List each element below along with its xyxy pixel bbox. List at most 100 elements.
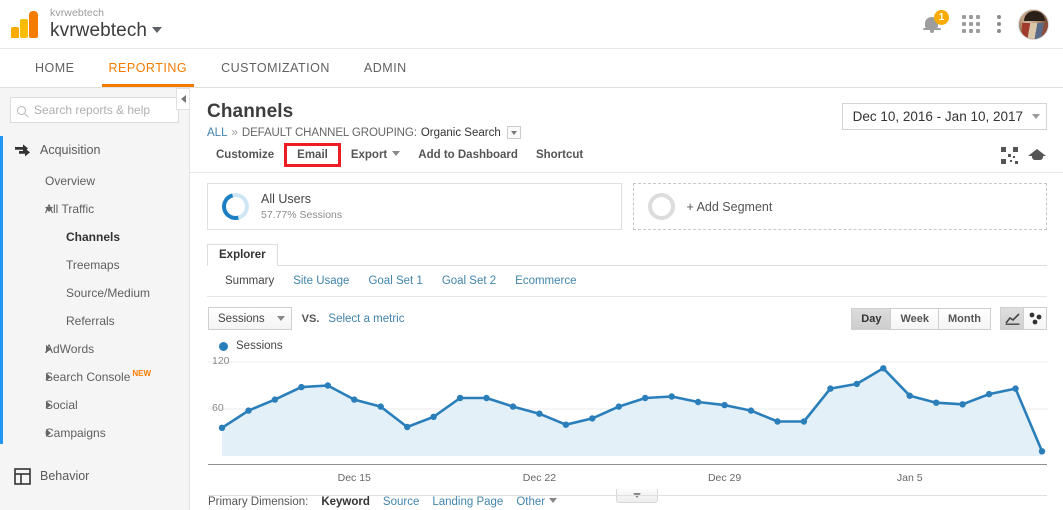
export-button[interactable]: Export: [342, 146, 409, 164]
legend-label: Sessions: [236, 340, 283, 352]
sidebar-item-label: Search Console: [45, 370, 131, 384]
chevron-right-icon: [46, 373, 51, 381]
tab-reporting[interactable]: REPORTING: [92, 49, 205, 87]
account-small-label: kvrwebtech: [50, 6, 105, 19]
select-a-metric-link[interactable]: Select a metric: [328, 313, 404, 325]
sidebar-item-search-console[interactable]: Search Console NEW: [0, 363, 189, 391]
breadcrumb-dropdown-icon[interactable]: [506, 126, 521, 139]
report-toolbar: Customize Email Export Add to Dashboard …: [190, 139, 1063, 173]
add-to-dashboard-button[interactable]: Add to Dashboard: [409, 146, 527, 164]
top-bar-actions: 1: [922, 8, 1049, 40]
graduation-cap-icon[interactable]: [1028, 148, 1047, 162]
sidebar-item-behavior[interactable]: Behavior: [0, 459, 189, 493]
date-range-picker[interactable]: Dec 10, 2016 - Jan 10, 2017: [841, 103, 1047, 130]
primary-dimension-other-label: Other: [516, 496, 546, 508]
chart-axis-line: [208, 464, 1047, 465]
legend-color-swatch: [219, 341, 228, 351]
notifications-button[interactable]: 1: [922, 10, 949, 36]
customize-button[interactable]: Customize: [207, 146, 283, 164]
primary-dimension-source[interactable]: Source: [383, 496, 419, 508]
sub-tab-goal-set-1[interactable]: Goal Set 1: [368, 275, 422, 287]
sidebar-section-acquisition: Acquisition Overview All Traffic Channel…: [0, 133, 189, 447]
tab-admin[interactable]: ADMIN: [347, 49, 424, 87]
sidebar-item-label: Campaigns: [45, 426, 106, 440]
chevron-down-icon: [392, 151, 401, 156]
sidebar-item-acquisition[interactable]: Acquisition: [0, 133, 189, 167]
add-segment-button[interactable]: + Add Segment: [632, 183, 1047, 230]
main-content: Channels ALL » DEFAULT CHANNEL GROUPING:…: [190, 88, 1063, 510]
sessions-trend-chart[interactable]: 120 60 Dec 15 Dec 22 Dec 29 Jan 5: [208, 355, 1048, 503]
sidebar-item-social[interactable]: Social: [0, 391, 189, 419]
chart-legend: Sessions: [190, 330, 1063, 352]
segment-name: All Users: [261, 191, 312, 206]
sidebar-section-label: Behavior: [40, 469, 90, 483]
breadcrumb-all[interactable]: ALL: [207, 127, 227, 139]
sidebar-item-all-traffic[interactable]: All Traffic: [0, 195, 189, 223]
qr-code-icon[interactable]: [1001, 146, 1018, 164]
tab-customization[interactable]: CUSTOMIZATION: [204, 49, 347, 87]
collapse-sidebar-icon[interactable]: [176, 88, 189, 110]
vs-label: VS.: [301, 312, 320, 325]
line-chart-icon[interactable]: [1000, 307, 1024, 330]
breadcrumb: ALL » DEFAULT CHANNEL GROUPING: Organic …: [207, 126, 842, 139]
account-name: kvrwebtech: [50, 19, 148, 41]
notification-badge: 1: [934, 10, 949, 25]
primary-dimension-landing-page[interactable]: Landing Page: [432, 496, 503, 508]
sidebar-item-label: Referrals: [66, 314, 115, 328]
tab-explorer[interactable]: Explorer: [207, 244, 278, 266]
app-grid-icon[interactable]: [962, 15, 980, 33]
email-button[interactable]: Email: [284, 143, 341, 167]
empty-donut-icon: [647, 193, 675, 220]
granularity-day[interactable]: Day: [851, 307, 892, 330]
page-header: Channels ALL » DEFAULT CHANNEL GROUPING:…: [190, 88, 1063, 139]
chevron-right-icon: [46, 429, 51, 437]
chevron-down-icon[interactable]: [152, 26, 163, 33]
chevron-right-icon: [46, 401, 51, 409]
sidebar-item-label: Channels: [66, 230, 121, 244]
primary-dimension-keyword[interactable]: Keyword: [321, 496, 370, 508]
sidebar-item-source-medium[interactable]: Source/Medium: [0, 279, 189, 307]
chevron-down-icon: [1032, 114, 1040, 119]
metric-controls: Sessions VS. Select a metric Day Week Mo…: [190, 297, 1063, 330]
sub-tab-site-usage[interactable]: Site Usage: [293, 275, 349, 287]
sidebar-item-channels[interactable]: Channels: [0, 223, 189, 251]
top-bar: kvrwebtech kvrwebtech 1: [0, 0, 1063, 48]
main-nav: HOME REPORTING CUSTOMIZATION ADMIN: [0, 48, 1063, 88]
x-axis-tick: Jan 5: [896, 472, 923, 484]
shortcut-button[interactable]: Shortcut: [527, 146, 592, 164]
tab-home[interactable]: HOME: [18, 49, 92, 87]
segment-all-users[interactable]: All Users 57.77% Sessions: [207, 183, 622, 230]
y-axis-tick-120: 120: [212, 355, 230, 367]
x-axis-tick: Dec 22: [522, 472, 557, 484]
chart-collapse-toggle[interactable]: [616, 489, 658, 503]
sidebar-item-adwords[interactable]: AdWords: [0, 335, 189, 363]
sub-tab-summary[interactable]: Summary: [225, 275, 274, 287]
search-box[interactable]: [10, 97, 179, 123]
avatar[interactable]: [1018, 8, 1049, 40]
sidebar-item-conversions[interactable]: Conversions: [0, 505, 189, 510]
sidebar-item-overview[interactable]: Overview: [0, 167, 189, 195]
sub-tab-ecommerce[interactable]: Ecommerce: [515, 275, 576, 287]
granularity-week[interactable]: Week: [890, 307, 940, 330]
sidebar-item-treemaps[interactable]: Treemaps: [0, 251, 189, 279]
metric-selector[interactable]: Sessions: [208, 307, 292, 330]
sidebar-item-referrals[interactable]: Referrals: [0, 307, 189, 335]
search-input[interactable]: [32, 102, 172, 118]
sidebar-item-campaigns[interactable]: Campaigns: [0, 419, 189, 447]
scatter-chart-icon[interactable]: [1023, 307, 1047, 330]
metric-selector-label: Sessions: [218, 312, 265, 325]
account-switcher[interactable]: kvrwebtech kvrwebtech: [50, 6, 163, 41]
more-vertical-icon[interactable]: [997, 13, 1001, 35]
granularity-month[interactable]: Month: [938, 307, 991, 330]
x-axis-tick: Dec 15: [337, 472, 371, 484]
y-axis-tick-60: 60: [212, 402, 224, 414]
export-label: Export: [350, 149, 388, 161]
chart-display-controls: Day Week Month: [851, 307, 1047, 330]
page-title: Channels: [207, 101, 294, 122]
explorer-tab-strip: Explorer: [207, 242, 1047, 266]
donut-chart-icon: [217, 188, 254, 225]
sub-tab-goal-set-2[interactable]: Goal Set 2: [442, 275, 496, 287]
primary-dimension-other[interactable]: Other: [516, 496, 558, 508]
granularity-group: Day Week Month: [851, 307, 991, 330]
sidebar-item-label: Overview: [45, 174, 96, 188]
